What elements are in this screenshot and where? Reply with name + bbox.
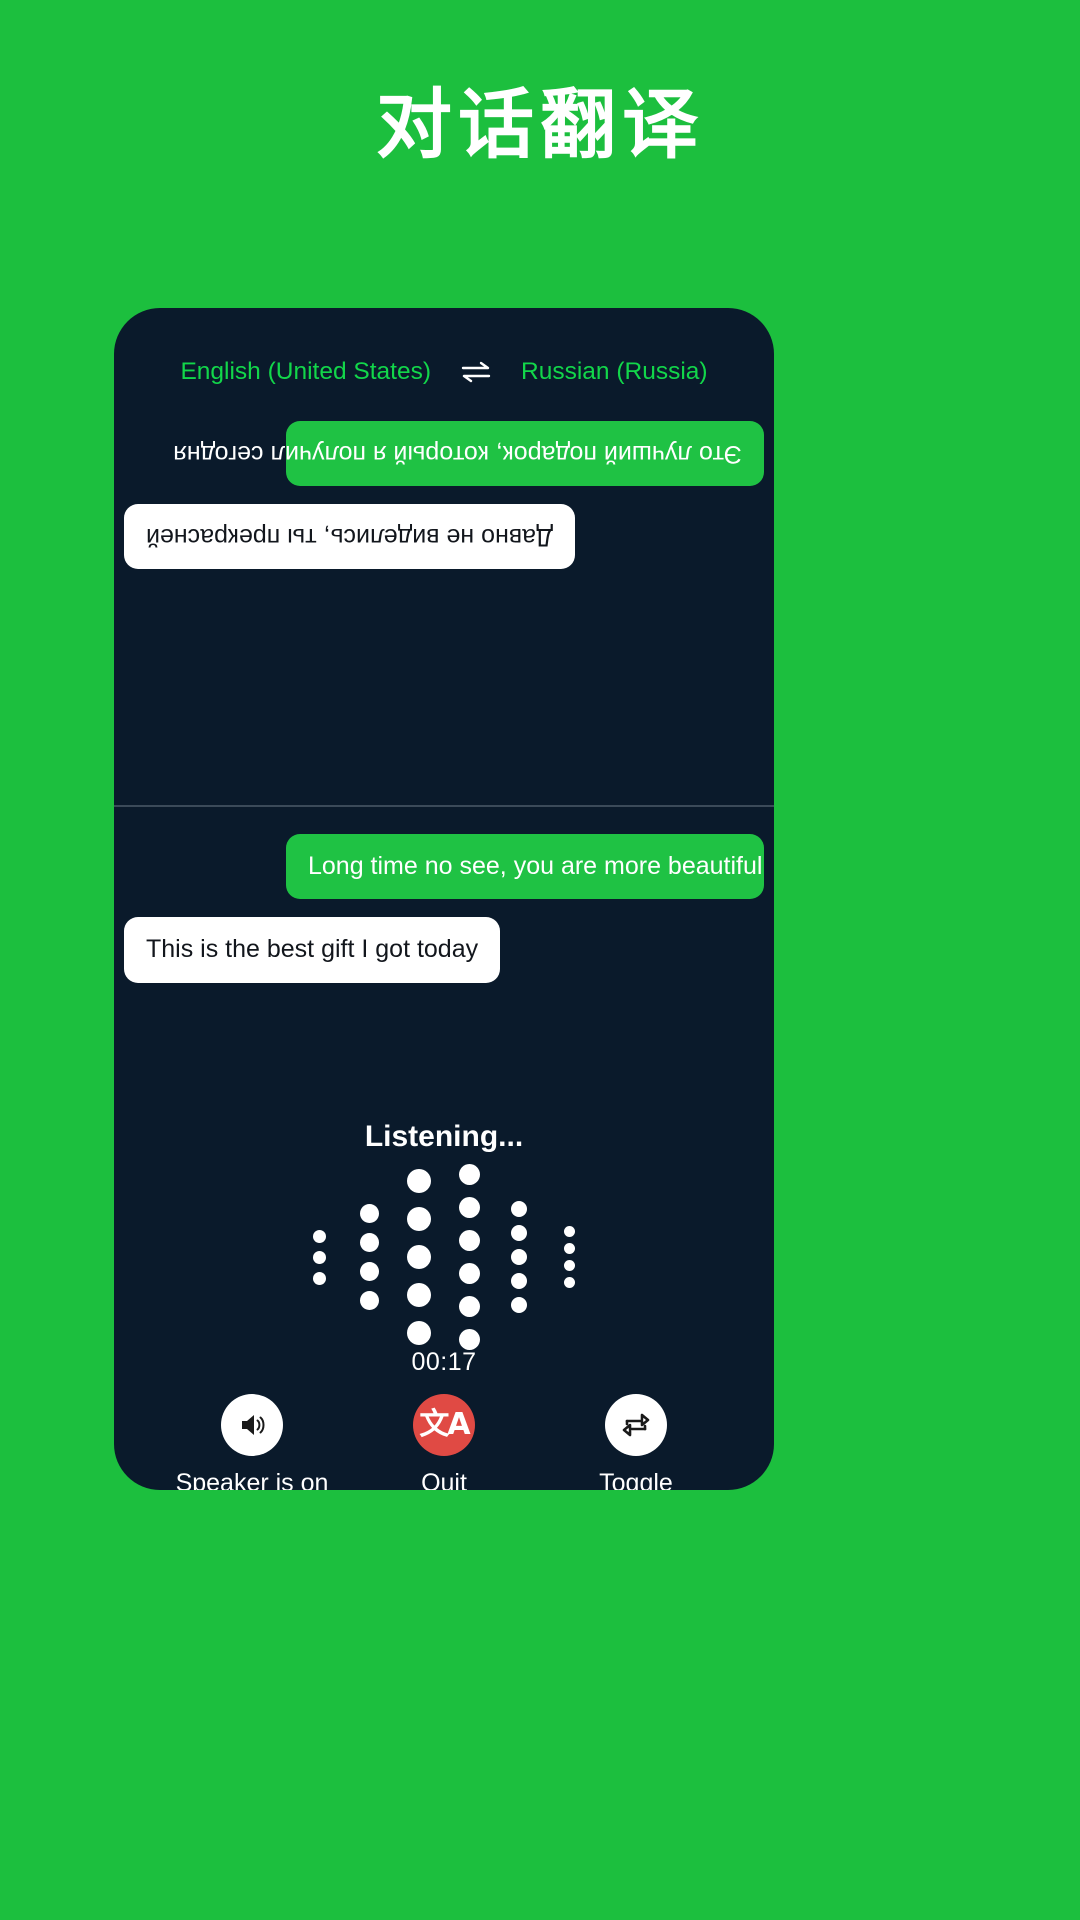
toggle-button-circle[interactable] (605, 1394, 667, 1456)
quit-button[interactable]: 文A Quit (354, 1394, 534, 1490)
waveform-dot (563, 1260, 575, 1271)
waveform-dot (359, 1233, 379, 1252)
waveform-dot (407, 1169, 431, 1193)
waveform-dot (563, 1226, 575, 1237)
recording-timer: 00:17 (411, 1348, 477, 1376)
waveform-dot (312, 1250, 326, 1264)
speaker-button[interactable]: Speaker is on (162, 1394, 342, 1490)
waveform-dot (407, 1321, 431, 1345)
waveform-dot (458, 1263, 480, 1284)
listening-status: Listening... (364, 1120, 524, 1153)
control-bar: Speaker is on 文A Quit Toggle (114, 1394, 774, 1490)
message-row: Long time no see, you are more beautiful (124, 834, 764, 900)
app-screen: 对话翻译 English (United States) Russian (Ru… (0, 0, 1080, 1920)
waveform-column (394, 1168, 444, 1346)
waveform-column (494, 1168, 544, 1346)
waveform-dot (359, 1262, 379, 1281)
swap-horizontal-icon[interactable] (459, 358, 493, 386)
waveform-dot (407, 1207, 431, 1231)
waveform-dot (511, 1249, 527, 1265)
device-frame: English (United States) Russian (Russia)… (114, 308, 774, 1490)
quit-button-label: Quit (421, 1469, 467, 1490)
waveform-dot (458, 1296, 480, 1317)
conversation-pane-remote: Давно не виделись, ты прекрасней Это луч… (114, 400, 774, 804)
toggle-button[interactable]: Toggle (546, 1394, 726, 1490)
waveform-dot (458, 1329, 480, 1350)
waveform-dot (312, 1271, 326, 1285)
waveform-dot (407, 1245, 431, 1269)
swap-repeat-icon (620, 1409, 652, 1441)
message-bubble[interactable]: This is the best gift I got today (124, 917, 501, 983)
translate-icon: 文A (419, 1407, 470, 1442)
target-language-label[interactable]: Russian (Russia) (521, 358, 708, 386)
conversation-pane-local: Long time no see, you are more beautiful… (114, 813, 774, 1113)
waveform-column (294, 1168, 344, 1346)
waveform-dot (563, 1243, 575, 1254)
message-bubble[interactable]: Это лучший подарок, который я получил се… (173, 421, 764, 487)
waveform-dot (511, 1297, 527, 1313)
waveform-dot (312, 1229, 326, 1243)
waveform-dot (511, 1225, 527, 1241)
waveform-dot (563, 1277, 575, 1288)
language-bar: English (United States) Russian (Russia) (114, 358, 774, 386)
message-bubble[interactable]: Давно не виделись, ты прекрасней (124, 504, 575, 570)
waveform-dot (511, 1201, 527, 1217)
message-row: This is the best gift I got today (124, 917, 764, 983)
source-language-label[interactable]: English (United States) (180, 358, 431, 386)
waveform-visualizer (114, 1164, 774, 1350)
waveform-dot (511, 1273, 527, 1289)
waveform-column (544, 1168, 594, 1346)
speaker-button-circle[interactable] (221, 1394, 283, 1456)
waveform-dot (458, 1164, 480, 1185)
pane-divider (114, 805, 774, 807)
waveform-column (444, 1164, 494, 1350)
waveform-dot (407, 1283, 431, 1307)
toggle-button-label: Toggle (599, 1469, 673, 1490)
quit-button-circle[interactable]: 文A (413, 1394, 475, 1456)
page-title: 对话翻译 (376, 83, 704, 168)
waveform-column (344, 1168, 394, 1346)
waveform-dot (458, 1230, 480, 1251)
speaker-button-label: Speaker is on (175, 1469, 329, 1490)
waveform-dot (458, 1197, 480, 1218)
waveform-dot (359, 1291, 379, 1310)
message-row: Давно не виделись, ты прекрасней (124, 504, 764, 570)
message-bubble[interactable]: Long time no see, you are more beautiful (286, 834, 764, 900)
message-row: Это лучший подарок, который я получил се… (124, 421, 764, 487)
waveform-dot (359, 1204, 379, 1223)
speaker-on-icon (236, 1409, 268, 1441)
